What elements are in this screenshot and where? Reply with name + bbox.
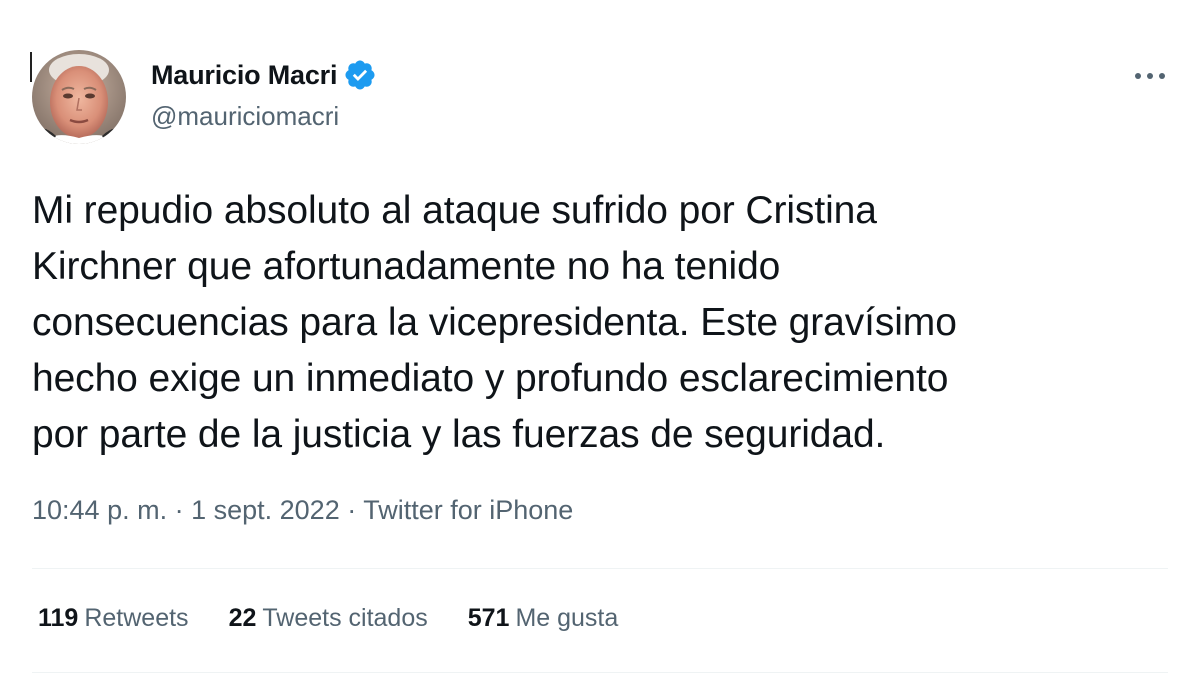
- tweet-card: Mauricio Macri @mauriciomacri Mi repudio…: [0, 0, 1200, 675]
- quotes-label: Tweets citados: [262, 604, 428, 632]
- tweet-text-line: Mi repudio absoluto al ataque sufrido po…: [32, 189, 877, 232]
- likes-count: 571: [467, 604, 510, 632]
- tweet-text-line: Kirchner que afortunadamente no ha tenid…: [32, 245, 781, 288]
- quotes-count: 22: [228, 604, 257, 632]
- author-name-row: Mauricio Macri: [151, 58, 377, 92]
- tweet-text: Mi repudio absoluto al ataque sufrido po…: [32, 183, 1172, 463]
- likes-stat[interactable]: 571 Me gusta: [468, 604, 619, 633]
- retweets-label: Retweets: [84, 604, 189, 632]
- tweet-text-line: hecho exige un inmediato y profundo escl…: [32, 357, 949, 400]
- more-options-icon[interactable]: [1132, 62, 1168, 90]
- profile-photo: [32, 50, 126, 144]
- tweet-source[interactable]: Twitter for iPhone: [363, 495, 573, 525]
- retweets-stat[interactable]: 119 Retweets: [38, 604, 189, 633]
- display-name[interactable]: Mauricio Macri: [151, 60, 337, 91]
- tweet-text-line: consecuencias para la vicepresidenta. Es…: [32, 301, 957, 344]
- quote-tweets-stat[interactable]: 22 Tweets citados: [229, 604, 428, 633]
- author-handle[interactable]: @mauriciomacri: [151, 101, 339, 132]
- tweet-meta: 10:44 p. m. · 1 sept. 2022 · Twitter for…: [32, 495, 573, 526]
- meta-separator: ·: [339, 495, 364, 525]
- verified-badge-icon: [343, 58, 377, 92]
- divider: [32, 568, 1168, 569]
- avatar[interactable]: [32, 50, 126, 144]
- divider: [32, 672, 1168, 673]
- tweet-date[interactable]: 1 sept. 2022: [191, 495, 340, 525]
- tweet-text-line: por parte de la justicia y las fuerzas d…: [32, 413, 886, 456]
- likes-label: Me gusta: [515, 604, 619, 632]
- tweet-time[interactable]: 10:44 p. m.: [32, 495, 167, 525]
- text-cursor: [30, 52, 32, 82]
- retweets-count: 119: [38, 604, 79, 632]
- meta-separator: ·: [167, 495, 192, 525]
- engagement-stats: 119 Retweets 22 Tweets citados 571 Me gusta: [38, 604, 618, 633]
